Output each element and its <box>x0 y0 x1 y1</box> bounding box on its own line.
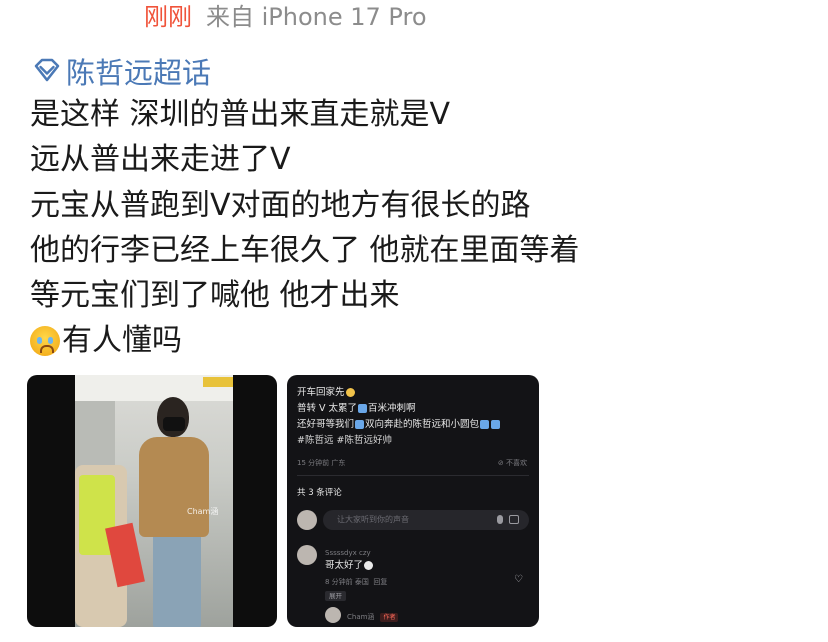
shot-c1-text: 哥太好了 <box>325 560 374 572</box>
photo-scene: Cham涵 <box>75 375 233 627</box>
shot-c1-expand: 展开 <box>325 590 346 602</box>
crying-face-icon <box>30 326 60 357</box>
shot-c1-meta: 8 分钟前 泰国 回复 <box>325 578 388 586</box>
shot-c1-user: Sssssdyx czy <box>325 549 371 557</box>
post-source: 来自 iPhone 17 Pro <box>206 3 427 31</box>
post-line: 是这样 深圳的普出来直走就是V <box>30 97 451 132</box>
shot-line: 还好哥等我们 双向奔赴的陈哲远和小圆包 <box>297 419 501 431</box>
smile-icon <box>345 388 355 397</box>
sweat-icon <box>491 420 501 429</box>
dislike-icon: ⊘ <box>497 459 506 467</box>
diamond-icon <box>34 58 60 82</box>
shot-dislike: ⊘ 不喜欢 <box>497 459 527 467</box>
avatar <box>325 607 341 623</box>
post-line-last: 有人懂吗 <box>30 318 820 363</box>
sweat-icon <box>358 404 368 413</box>
shot-hashtags: #陈哲远 #陈哲远好帅 <box>297 435 392 446</box>
post-body: 是这样 深圳的普出来直走就是V 远从普出来走进了V 元宝从普跑到V对面的地方有很… <box>30 92 820 364</box>
post-line-text: 有人懂吗 <box>62 323 182 359</box>
post-time: 刚刚 <box>144 3 192 31</box>
shot-comment-input: 让大家听到你的声音 <box>323 510 529 530</box>
post-meta: 刚刚 来自 iPhone 17 Pro <box>144 2 427 32</box>
shot-line: 开车回家先 <box>297 387 356 399</box>
shot-c2-user: Cham涵 作者 <box>347 611 399 623</box>
image-icon <box>509 515 519 524</box>
avatar <box>297 545 317 565</box>
mic-icon <box>497 515 503 524</box>
sweat-icon <box>480 420 490 429</box>
heart-icon: ♡ <box>514 574 523 585</box>
super-topic-label: 陈哲远超话 <box>66 56 212 90</box>
shot-comments-count: 共 3 条评论 <box>297 488 342 498</box>
photo-watermark: Cham涵 <box>187 507 219 516</box>
shot-line: 普转 V 太累了 百米冲刺啊 <box>297 403 416 414</box>
post-image-screenshot[interactable]: 开车回家先 普转 V 太累了 百米冲刺啊 还好哥等我们 双向奔赴的陈哲远和小圆包 #… <box>287 375 539 627</box>
cat-face-icon <box>364 561 374 570</box>
post-line: 他的行李已经上车很久了 他就在里面等着 <box>30 232 580 268</box>
post-line: 等元宝们到了喊他 他才出来 <box>30 278 400 314</box>
super-topic-link[interactable]: 陈哲远超话 <box>32 54 211 90</box>
shot-meta: 15 分钟前 广东 <box>297 459 346 467</box>
author-badge: 作者 <box>380 613 399 622</box>
post-line: 元宝从普跑到V对面的地方有很长的路 <box>30 187 531 223</box>
sweat-icon <box>355 420 365 429</box>
avatar <box>297 510 317 530</box>
post-line: 远从普出来走进了V <box>30 142 291 178</box>
post-image-photo[interactable]: Cham涵 <box>27 375 277 627</box>
